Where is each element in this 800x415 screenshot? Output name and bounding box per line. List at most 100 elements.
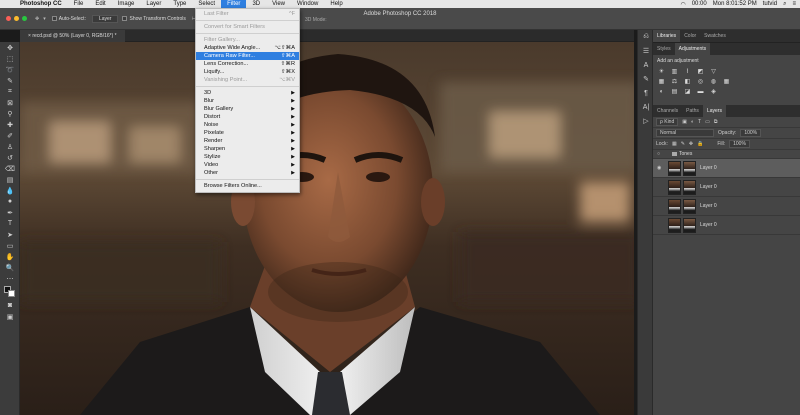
tab-styles[interactable]: Styles	[653, 43, 675, 55]
auto-select-checkbox[interactable]	[52, 16, 57, 21]
menu-item-stylize[interactable]: Stylize▶	[196, 153, 299, 161]
menu-app-name[interactable]: Photoshop CC	[14, 0, 68, 8]
lock-all-icon[interactable]: 🔒	[697, 141, 703, 147]
menu-item-3d[interactable]: 3D▶	[196, 89, 299, 97]
tab-paths[interactable]: Paths	[682, 105, 703, 117]
threshold-icon[interactable]: ◪	[683, 88, 692, 96]
zoom-window-button[interactable]	[22, 16, 27, 21]
lasso-tool-icon[interactable]: ➰	[0, 64, 20, 75]
menu-item-browse-filters-online[interactable]: Browse Filters Online...	[196, 182, 299, 190]
clock[interactable]: Mon 8:01:52 PM	[713, 1, 757, 7]
gradient-map-icon[interactable]: ▬	[696, 88, 705, 96]
document-canvas[interactable]	[20, 42, 634, 415]
tab-swatches[interactable]: Swatches	[700, 30, 730, 42]
history-brush-tool-icon[interactable]: ↺	[0, 152, 20, 163]
menu-file[interactable]: File	[68, 0, 90, 8]
color-balance-icon[interactable]: ⚖	[670, 78, 679, 86]
layer-row[interactable]: Layer 0	[653, 216, 800, 235]
menu-item-other[interactable]: Other▶	[196, 169, 299, 177]
lock-pixels-icon[interactable]: ▦	[672, 141, 677, 147]
tool-preset-chevron-icon[interactable]: ▾	[43, 16, 46, 22]
move-tool-icon[interactable]: ✥	[0, 42, 20, 53]
healing-brush-tool-icon[interactable]: ✚	[0, 119, 20, 130]
eraser-tool-icon[interactable]: ⌫	[0, 163, 20, 174]
tab-layers[interactable]: Layers	[703, 105, 726, 117]
filter-type-icon[interactable]: T	[698, 119, 701, 125]
menu-list-icon[interactable]: ≡	[792, 1, 796, 7]
background-color-swatch[interactable]	[8, 290, 15, 297]
eyedropper-tool-icon[interactable]: ⚲	[0, 108, 20, 119]
blur-tool-icon[interactable]: 💧	[0, 185, 20, 196]
brightness-contrast-icon[interactable]: ☀	[657, 68, 666, 76]
menu-item-lens-correction[interactable]: Lens Correction...⇧⌘R	[196, 60, 299, 68]
filter-pixel-icon[interactable]: ▣	[682, 119, 687, 125]
menu-item-video[interactable]: Video▶	[196, 161, 299, 169]
edit-toolbar-icon[interactable]: ⋯	[0, 273, 20, 284]
dodge-tool-icon[interactable]: ●	[0, 196, 20, 207]
layer-kind-filter[interactable]: ρ Kind	[656, 118, 678, 126]
properties-panel-icon[interactable]: ☰	[638, 44, 654, 58]
layer-row-selected[interactable]: ◉ Layer 0	[653, 159, 800, 178]
wifi-icon[interactable]: ◠	[680, 1, 685, 8]
battery-readout[interactable]: 00:00	[692, 1, 707, 7]
menu-item-convert-smart-filters[interactable]: Convert for Smart Filters	[196, 23, 299, 31]
curves-icon[interactable]: ⌇	[683, 68, 692, 76]
layer-row[interactable]: Layer 0	[653, 178, 800, 197]
zoom-tool-icon[interactable]: 🔍	[0, 262, 20, 273]
filter-smart-object-icon[interactable]: ⧉	[714, 119, 718, 125]
menu-item-camera-raw-filter[interactable]: Camera Raw Filter...⇧⌘A	[196, 52, 299, 60]
tab-channels[interactable]: Channels	[653, 105, 682, 117]
character-panel-icon[interactable]: A|	[638, 100, 654, 114]
color-lookup-icon[interactable]: ▦	[722, 78, 731, 86]
menu-item-filter-gallery[interactable]: Filter Gallery...	[196, 36, 299, 44]
menu-layer[interactable]: Layer	[140, 0, 167, 8]
color-swatches[interactable]	[0, 284, 20, 300]
lock-paint-icon[interactable]: ✎	[681, 141, 685, 147]
search-icon[interactable]: ⌕	[783, 1, 786, 8]
menu-item-blur-gallery[interactable]: Blur Gallery▶	[196, 105, 299, 113]
marquee-tool-icon[interactable]: ⬚	[0, 53, 20, 64]
layer-group-tones[interactable]: ○ Tones	[653, 150, 800, 159]
paragraph-panel-icon[interactable]: ¶	[638, 86, 654, 100]
menu-filter[interactable]: Filter	[221, 0, 246, 8]
crop-tool-icon[interactable]: ⌗	[0, 86, 20, 97]
blend-mode-select[interactable]: Normal	[656, 129, 714, 137]
history-panel-icon[interactable]: ⎌	[638, 30, 654, 44]
menu-view[interactable]: View	[266, 0, 291, 8]
menu-item-vanishing-point[interactable]: Vanishing Point...⌥⌘V	[196, 76, 299, 84]
menu-edit[interactable]: Edit	[89, 0, 111, 8]
black-white-icon[interactable]: ◧	[683, 78, 692, 86]
menu-item-sharpen[interactable]: Sharpen▶	[196, 145, 299, 153]
invert-icon[interactable]: ◐	[657, 88, 666, 96]
show-transform-checkbox[interactable]	[122, 16, 127, 21]
close-window-button[interactable]	[6, 16, 11, 21]
menu-item-liquify[interactable]: Liquify...⇧⌘X	[196, 68, 299, 76]
menu-help[interactable]: Help	[324, 0, 348, 8]
opacity-input[interactable]: 100%	[740, 129, 761, 137]
shape-tool-icon[interactable]: ▭	[0, 240, 20, 251]
menu-item-distort[interactable]: Distort▶	[196, 113, 299, 121]
selective-color-icon[interactable]: ◈	[709, 88, 718, 96]
channel-mixer-icon[interactable]: ◍	[709, 78, 718, 86]
auto-select-dropdown[interactable]: Layer	[92, 15, 119, 23]
tab-color[interactable]: Color	[680, 30, 700, 42]
user-name[interactable]: tutvid	[763, 1, 777, 7]
type-tool-icon[interactable]: T	[0, 218, 20, 229]
visibility-eye-icon[interactable]: ◉	[657, 165, 663, 171]
filter-shape-icon[interactable]: ▭	[705, 119, 710, 125]
quick-mask-icon[interactable]: ◙	[0, 300, 20, 311]
brush-tool-icon[interactable]: ✐	[0, 130, 20, 141]
hand-tool-icon[interactable]: ✋	[0, 251, 20, 262]
gradient-tool-icon[interactable]: ▤	[0, 174, 20, 185]
photo-filter-icon[interactable]: ◎	[696, 78, 705, 86]
menu-item-last-filter[interactable]: Last Filter^F	[196, 10, 299, 18]
exposure-icon[interactable]: ◩	[696, 68, 705, 76]
move-tool-icon[interactable]: ✥	[35, 16, 39, 22]
glyphs-panel-icon[interactable]: A	[638, 58, 654, 72]
menu-select[interactable]: Select	[192, 0, 221, 8]
menu-item-adaptive-wide-angle[interactable]: Adaptive Wide Angle...⌥⇧⌘A	[196, 44, 299, 52]
menu-type[interactable]: Type	[167, 0, 192, 8]
layer-row[interactable]: Layer 0	[653, 197, 800, 216]
menu-window[interactable]: Window	[291, 0, 324, 8]
tab-libraries[interactable]: Libraries	[653, 30, 680, 42]
